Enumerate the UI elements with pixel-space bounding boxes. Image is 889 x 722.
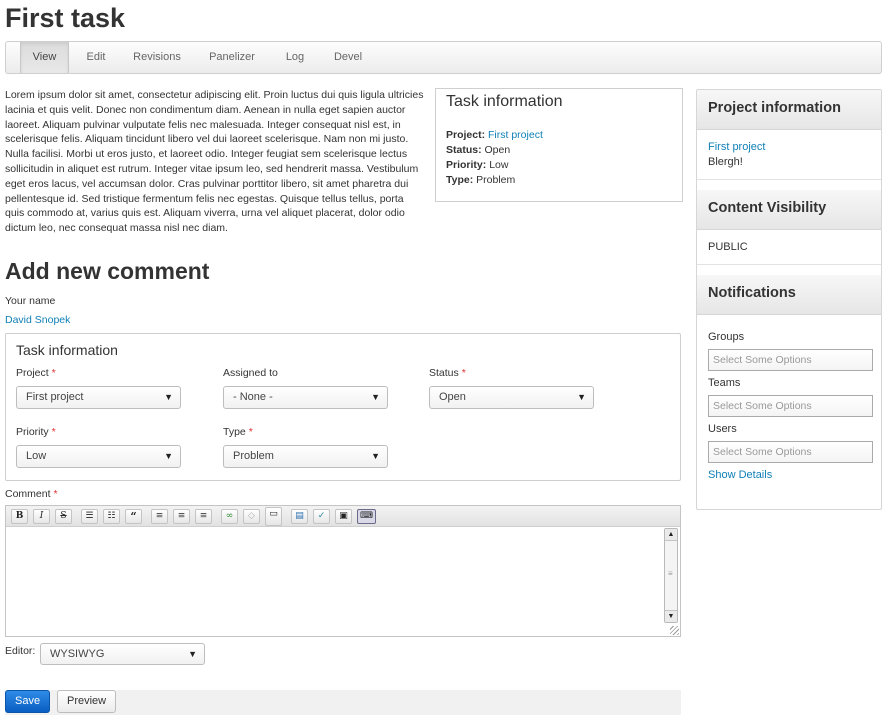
page-title: First task bbox=[5, 3, 126, 33]
blockquote-button[interactable]: “ bbox=[125, 509, 142, 524]
project-description: Blergh! bbox=[708, 156, 743, 168]
show-details-link[interactable]: Show Details bbox=[708, 469, 772, 481]
priority-select[interactable]: Low ▼ bbox=[16, 445, 181, 468]
your-name-link[interactable]: David Snopek bbox=[5, 314, 70, 326]
project-label: Project: bbox=[446, 128, 486, 141]
form-actions: Save Preview bbox=[5, 690, 681, 715]
required-mark: * bbox=[461, 367, 466, 379]
spellcheck-button[interactable]: ✓ bbox=[313, 509, 330, 524]
type-label: Type: bbox=[446, 173, 474, 186]
type-field-label: Type * bbox=[223, 426, 253, 438]
tab-devel[interactable]: Devel bbox=[326, 42, 370, 73]
teams-label: Teams bbox=[708, 377, 741, 389]
tab-log[interactable]: Log bbox=[277, 42, 313, 73]
comment-editor: B I S ☰ ☷ “ ≡ ≡ ≡ ∞ ◇ ▭ ▤ ✓ ▣ ⌨ ▲ ≡ ▼ bbox=[5, 505, 681, 637]
sidebar-project-link[interactable]: First project bbox=[708, 141, 765, 153]
dropdown-arrow-icon: ▼ bbox=[188, 649, 197, 659]
source-button[interactable]: ⌨ bbox=[357, 509, 376, 524]
editor-toolbar: B I S ☰ ☷ “ ≡ ≡ ≡ ∞ ◇ ▭ ▤ ✓ ▣ ⌨ bbox=[6, 506, 680, 527]
users-input[interactable]: Select Some Options bbox=[708, 441, 873, 463]
comment-label: Comment * bbox=[5, 488, 58, 500]
strikethrough-button[interactable]: S bbox=[55, 509, 72, 524]
task-body: Task information Project: First project … bbox=[5, 88, 683, 236]
divider bbox=[697, 264, 881, 265]
tab-panelizer[interactable]: Panelizer bbox=[202, 42, 262, 73]
divider bbox=[697, 179, 881, 180]
priority-label: Priority: bbox=[446, 158, 487, 171]
task-info-priority: Priority: Low bbox=[446, 158, 672, 173]
sidebar: Project information First project Blergh… bbox=[696, 89, 882, 510]
content-visibility-title: Content Visibility bbox=[697, 190, 881, 230]
status-label: Status: bbox=[446, 143, 482, 156]
resize-handle-icon[interactable] bbox=[670, 626, 679, 635]
add-comment-heading: Add new comment bbox=[5, 258, 210, 284]
required-mark: * bbox=[51, 367, 56, 379]
visibility-value: PUBLIC bbox=[708, 241, 748, 253]
teams-input[interactable]: Select Some Options bbox=[708, 395, 873, 417]
project-select[interactable]: First project ▼ bbox=[16, 386, 181, 409]
tab-view[interactable]: View bbox=[20, 42, 69, 73]
status-value: Open bbox=[484, 143, 511, 156]
tab-bar: View Edit Revisions Panelizer Log Devel bbox=[5, 41, 882, 74]
required-mark: * bbox=[248, 426, 253, 438]
type-value: Problem bbox=[476, 173, 516, 186]
editor-format-select[interactable]: WYSIWYG ▼ bbox=[40, 643, 205, 665]
task-info-project: Project: First project bbox=[446, 128, 672, 143]
unlink-button[interactable]: ◇ bbox=[243, 509, 260, 524]
priority-value: Low bbox=[489, 158, 509, 171]
type-select[interactable]: Problem ▼ bbox=[223, 445, 388, 468]
users-label: Users bbox=[708, 423, 737, 435]
scroll-up-icon[interactable]: ▲ bbox=[665, 529, 677, 541]
your-name-label: Your name bbox=[5, 295, 56, 307]
dropdown-arrow-icon: ▼ bbox=[164, 451, 173, 461]
fieldset-title: Task information bbox=[16, 342, 118, 358]
preview-button[interactable]: Preview bbox=[57, 690, 117, 713]
bullet-list-button[interactable]: ☰ bbox=[81, 509, 98, 524]
dropdown-arrow-icon: ▼ bbox=[164, 392, 173, 402]
required-mark: * bbox=[51, 426, 56, 438]
scroll-down-icon[interactable]: ▼ bbox=[665, 610, 677, 622]
numbered-list-button[interactable]: ☷ bbox=[103, 509, 120, 524]
template-button[interactable]: ▤ bbox=[291, 509, 308, 524]
project-link[interactable]: First project bbox=[488, 129, 543, 141]
align-center-button[interactable]: ≡ bbox=[173, 509, 190, 524]
assigned-to-select[interactable]: - None - ▼ bbox=[223, 386, 388, 409]
bold-button[interactable]: B bbox=[11, 509, 28, 524]
required-mark: * bbox=[53, 488, 58, 500]
groups-label: Groups bbox=[708, 331, 745, 343]
task-info-title: Task information bbox=[446, 93, 563, 110]
save-button[interactable]: Save bbox=[5, 690, 51, 713]
notifications-title: Notifications bbox=[697, 275, 881, 315]
editor-scrollbar[interactable]: ▲ ≡ ▼ bbox=[664, 528, 678, 623]
status-select[interactable]: Open ▼ bbox=[429, 386, 594, 409]
task-info-type: Type: Problem bbox=[446, 173, 672, 188]
image-button[interactable]: ▣ bbox=[335, 509, 352, 524]
comment-textarea[interactable] bbox=[6, 528, 666, 636]
task-info-status: Status: Open bbox=[446, 143, 672, 158]
assigned-to-label: Assigned to bbox=[223, 367, 278, 379]
tab-revisions[interactable]: Revisions bbox=[126, 42, 188, 73]
project-field-label: Project * bbox=[16, 367, 56, 379]
status-field-label: Status * bbox=[429, 367, 466, 379]
scroll-grip-icon: ≡ bbox=[668, 569, 673, 578]
task-info-box: Task information Project: First project … bbox=[435, 88, 683, 202]
page-break-button[interactable]: ▭ bbox=[265, 507, 282, 526]
link-button[interactable]: ∞ bbox=[221, 509, 238, 524]
align-left-button[interactable]: ≡ bbox=[151, 509, 168, 524]
dropdown-arrow-icon: ▼ bbox=[371, 451, 380, 461]
dropdown-arrow-icon: ▼ bbox=[577, 392, 586, 402]
italic-button[interactable]: I bbox=[33, 509, 50, 524]
groups-input[interactable]: Select Some Options bbox=[708, 349, 873, 371]
align-right-button[interactable]: ≡ bbox=[195, 509, 212, 524]
dropdown-arrow-icon: ▼ bbox=[371, 392, 380, 402]
editor-format-label: Editor: bbox=[5, 645, 36, 657]
task-info-fieldset: Task information Project * First project… bbox=[5, 333, 681, 481]
priority-field-label: Priority * bbox=[16, 426, 56, 438]
body-paragraph: Lorem ipsum dolor sit amet, consectetur … bbox=[5, 89, 424, 235]
tab-edit[interactable]: Edit bbox=[78, 42, 114, 73]
project-info-title: Project information bbox=[697, 90, 881, 130]
